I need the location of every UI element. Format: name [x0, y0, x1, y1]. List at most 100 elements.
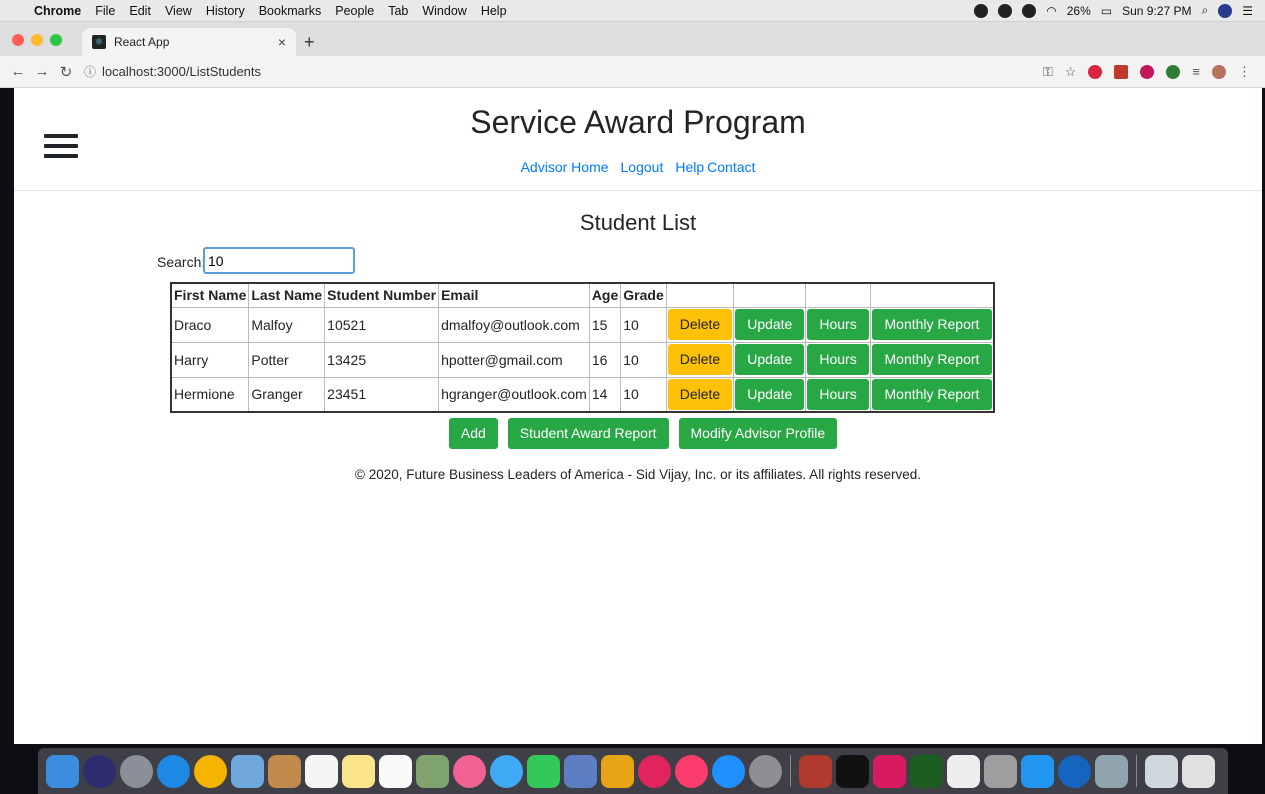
cell-monthly-report: Monthly Report [869, 376, 995, 413]
music-icon[interactable] [675, 754, 708, 788]
safari-icon[interactable] [157, 754, 190, 788]
keychain-icon[interactable] [984, 754, 1017, 788]
forward-arrow-icon[interactable]: → [30, 63, 54, 80]
site-info-icon[interactable]: ⓘ [84, 63, 96, 80]
menu-view[interactable]: View [165, 4, 192, 18]
pages-icon[interactable] [564, 754, 597, 788]
preview-icon[interactable] [231, 754, 264, 788]
wifi-icon[interactable]: ◠ [1046, 4, 1056, 18]
delete-button[interactable]: Delete [667, 344, 733, 375]
delete-button[interactable]: Delete [667, 309, 733, 340]
reload-icon[interactable]: ↻ [54, 63, 78, 81]
battery-icon[interactable]: ▭ [1101, 4, 1112, 18]
menu-window[interactable]: Window [422, 4, 466, 18]
password-key-icon[interactable]: ⚿ [1043, 64, 1053, 80]
menubar-status-area: ◠ 26% ▭ Sun 9:27 PM ⌕ ☰ [974, 3, 1265, 18]
add-student-button[interactable]: Add [448, 418, 498, 449]
student-table: First Name Last Name Student Number Emai… [170, 282, 996, 413]
notes-icon[interactable] [342, 754, 375, 788]
intellij-icon[interactable] [873, 754, 906, 788]
menu-tab[interactable]: Tab [388, 4, 408, 18]
quicktime-icon[interactable] [1058, 754, 1091, 788]
hours-button[interactable]: Hours [807, 378, 869, 410]
menu-people[interactable]: People [335, 4, 374, 18]
launchpad-icon[interactable] [120, 754, 153, 788]
trash-icon[interactable] [1182, 754, 1215, 788]
media-controls-icon[interactable]: ≡ [1192, 64, 1200, 79]
browser-menu-icon[interactable]: ⋮ [1238, 64, 1251, 80]
adblock-extension-icon[interactable] [1088, 64, 1103, 79]
close-tab-icon[interactable]: × [278, 34, 286, 50]
menubar-clock[interactable]: Sun 9:27 PM [1122, 4, 1191, 18]
activity-monitor-icon[interactable] [910, 754, 943, 788]
notification-center-icon[interactable]: ☰ [1242, 4, 1253, 18]
address-bar[interactable]: ⓘ localhost:3000/ListStudents [84, 60, 1019, 84]
monthly-report-button[interactable]: Monthly Report [871, 378, 993, 410]
update-button[interactable]: Update [735, 309, 805, 340]
menu-edit[interactable]: Edit [129, 4, 151, 18]
cell-age: 14 [588, 376, 622, 413]
facetime-icon[interactable] [527, 754, 560, 788]
messages-icon[interactable] [490, 754, 523, 788]
extension-icon[interactable] [1114, 64, 1129, 79]
news-icon[interactable] [638, 754, 671, 788]
calendar-icon[interactable] [305, 754, 338, 788]
menu-help[interactable]: Help [481, 4, 507, 18]
zoom-window-button[interactable] [50, 34, 62, 46]
cell-student-number: 10521 [324, 306, 440, 343]
status-app-icon[interactable] [998, 3, 1013, 18]
nav-contact[interactable]: Contact [707, 159, 755, 175]
siri-dock-icon[interactable] [83, 754, 116, 788]
battery-percent[interactable]: 26% [1067, 4, 1091, 18]
numbers-icon[interactable] [601, 754, 634, 788]
new-tab-button[interactable]: + [304, 32, 315, 53]
menu-bookmarks[interactable]: Bookmarks [259, 4, 322, 18]
extension-icon[interactable] [1140, 64, 1155, 79]
system-preferences-icon[interactable] [749, 754, 782, 788]
bookmark-star-icon[interactable]: ☆ [1065, 64, 1077, 80]
photos-icon[interactable] [453, 754, 486, 788]
browser-tab-active[interactable]: ⚛ React App × [82, 28, 296, 56]
modify-advisor-profile-button[interactable]: Modify Advisor Profile [678, 418, 838, 449]
dictionary-icon[interactable] [799, 754, 832, 788]
update-button[interactable]: Update [735, 378, 805, 410]
monthly-report-button[interactable]: Monthly Report [871, 344, 993, 375]
hours-button[interactable]: Hours [807, 309, 869, 340]
update-button[interactable]: Update [735, 344, 805, 375]
close-window-button[interactable] [12, 34, 24, 46]
nav-advisor-home[interactable]: Advisor Home [521, 159, 609, 175]
address-url[interactable]: localhost:3000/ListStudents [102, 64, 261, 79]
nav-logout[interactable]: Logout [621, 159, 664, 175]
status-app-icon[interactable] [974, 3, 989, 18]
student-award-report-button[interactable]: Student Award Report [507, 418, 669, 449]
profile-avatar[interactable] [1212, 64, 1226, 79]
textedit-icon[interactable] [947, 754, 980, 788]
back-arrow-icon[interactable]: ← [6, 63, 30, 80]
screenshot-icon[interactable] [1095, 754, 1128, 788]
siri-icon[interactable] [1218, 3, 1233, 18]
app-store-icon[interactable] [712, 754, 745, 788]
menu-history[interactable]: History [206, 4, 245, 18]
menu-app-chrome[interactable]: Chrome [34, 4, 81, 18]
search-input[interactable] [203, 247, 355, 274]
cell-update: Update [733, 376, 807, 413]
chrome-icon[interactable] [194, 754, 227, 788]
nav-help[interactable]: Help [675, 159, 704, 175]
menu-file[interactable]: File [95, 4, 115, 18]
minimize-window-button[interactable] [31, 34, 43, 46]
monthly-report-button[interactable]: Monthly Report [871, 309, 993, 340]
extension-icon[interactable] [1166, 64, 1181, 79]
spotlight-search-icon[interactable]: ⌕ [1202, 3, 1209, 18]
hours-button[interactable]: Hours [807, 344, 869, 375]
terminal-icon[interactable] [836, 754, 869, 788]
window-controls [12, 34, 62, 46]
contacts-icon[interactable] [268, 754, 301, 788]
cell-hours: Hours [805, 376, 871, 413]
reminders-icon[interactable] [379, 754, 412, 788]
status-app-icon[interactable] [1022, 3, 1037, 18]
downloads-stack-icon[interactable] [1145, 754, 1178, 788]
maps-icon[interactable] [416, 754, 449, 788]
delete-button[interactable]: Delete [667, 378, 733, 410]
vscode-icon[interactable] [1021, 754, 1054, 788]
finder-icon[interactable] [46, 754, 79, 788]
